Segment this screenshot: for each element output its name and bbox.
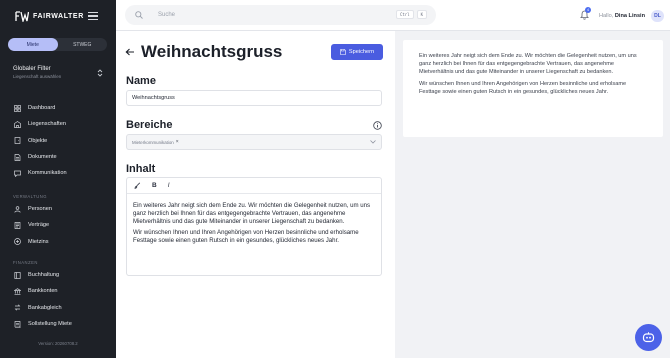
sidebar-item-bankkonten[interactable]: Bankkonten xyxy=(0,283,116,299)
search-icon xyxy=(135,11,143,19)
sidebar-item-label: Liegenschaften xyxy=(28,121,66,128)
ledger-icon xyxy=(14,271,21,279)
logo-mark-icon xyxy=(15,11,29,22)
keyboard-shortcut: Ctrl K xyxy=(395,10,427,19)
italic-button[interactable]: I xyxy=(168,182,170,189)
nav-finanzen: Buchhaltung Bankkonten Bankabgleich Soll… xyxy=(0,267,116,332)
user-name: Dina Linsin xyxy=(614,13,646,19)
grid-icon xyxy=(14,104,21,112)
info-icon[interactable] xyxy=(373,121,382,130)
notification-badge: 4 xyxy=(585,7,591,13)
tab-miete[interactable]: Miete xyxy=(8,38,58,51)
nav-verwaltung: Personen Verträge Mietzins xyxy=(0,201,116,250)
section-label-finanzen: FINANZEN xyxy=(13,260,38,265)
chat-icon xyxy=(14,170,21,177)
global-filter[interactable]: Globaler Filter Liegenschaft auswählen xyxy=(13,66,103,79)
close-icon[interactable]: × xyxy=(176,139,179,145)
content-paragraph-2: Wir wünschen Ihnen und Ihren Angehörigen… xyxy=(133,229,359,245)
mode-switch: Miete STWEG xyxy=(8,38,107,51)
shortcut-key-ctrl: Ctrl xyxy=(395,10,414,19)
bereiche-label: Bereiche xyxy=(126,119,173,131)
search-input[interactable]: Suche xyxy=(158,12,175,18)
avatar[interactable]: DL xyxy=(651,10,664,22)
page-title: Weihnachtsgruss xyxy=(141,42,283,61)
name-label: Name xyxy=(126,75,156,87)
sidebar-item-sollstellung-miete[interactable]: Sollstellung Miete xyxy=(0,316,116,332)
sidebar-item-label: Mietzins xyxy=(28,238,49,245)
shortcut-key-k: K xyxy=(416,10,427,19)
sidebar-item-buchhaltung[interactable]: Buchhaltung xyxy=(0,267,116,283)
invoice-icon xyxy=(14,320,21,328)
editor-panel: Weihnachtsgruss Speichern Name Weihnacht… xyxy=(116,31,395,358)
contract-icon xyxy=(14,222,21,229)
content-editor[interactable]: B I Ein weiteres Jahr neigt sich dem End… xyxy=(126,177,382,276)
user-greeting[interactable]: Hallo, Dina Linsin xyxy=(599,13,645,19)
editor-body[interactable]: Ein weiteres Jahr neigt sich dem Ende zu… xyxy=(127,194,381,245)
sidebar-item-label: Sollstellung Miete xyxy=(28,321,72,328)
sidebar-item-vertraege[interactable]: Verträge xyxy=(0,217,116,233)
sidebar-item-label: Bankabgleich xyxy=(28,304,62,311)
arrow-left-icon[interactable] xyxy=(125,48,135,56)
sidebar-item-liegenschaften[interactable]: Liegenschaften xyxy=(0,116,116,132)
bereiche-select[interactable]: Mieterkommunikation × xyxy=(126,134,382,150)
tab-stweg[interactable]: STWEG xyxy=(58,38,108,51)
inhalt-label: Inhalt xyxy=(126,163,156,175)
greeting-prefix: Hallo, xyxy=(599,13,614,19)
section-label-verwaltung: VERWALTUNG xyxy=(13,194,48,199)
reconcile-icon xyxy=(14,304,21,311)
help-button[interactable] xyxy=(635,324,662,351)
nav-main: Dashboard Liegenschaften Objekte Dokumen… xyxy=(0,100,116,181)
sidebar-item-dashboard[interactable]: Dashboard xyxy=(0,100,116,116)
sidebar-item-label: Buchhaltung xyxy=(28,272,60,279)
sidebar-item-objekte[interactable]: Objekte xyxy=(0,133,116,149)
sidebar-item-dokumente[interactable]: Dokumente xyxy=(0,149,116,165)
bank-icon xyxy=(14,288,21,295)
name-field[interactable]: Weihnachtsgruss xyxy=(126,90,382,106)
sidebar-item-label: Dokumente xyxy=(28,154,57,161)
menu-toggle-icon[interactable] xyxy=(88,12,98,21)
bereiche-chip-label: Mieterkommunikation xyxy=(132,139,174,145)
save-icon xyxy=(340,49,346,55)
chat-bot-icon xyxy=(642,332,655,343)
chevron-down-icon xyxy=(370,140,376,144)
door-icon xyxy=(14,137,21,145)
brand-logo[interactable]: FAIRWALTER xyxy=(15,11,84,22)
global-filter-title: Globaler Filter xyxy=(13,66,51,72)
rent-icon xyxy=(14,238,21,246)
sidebar-item-label: Dashboard xyxy=(28,105,56,112)
preview-paragraph-1: Ein weiteres Jahr neigt sich dem Ende zu… xyxy=(419,53,637,75)
chevron-updown-icon xyxy=(97,69,103,77)
content-paragraph-1: Ein weiteres Jahr neigt sich dem Ende zu… xyxy=(133,202,371,226)
preview-card: Ein weiteres Jahr neigt sich dem Ende zu… xyxy=(403,40,663,137)
sidebar-item-bankabgleich[interactable]: Bankabgleich xyxy=(0,300,116,316)
editor-toolbar: B I xyxy=(127,178,381,194)
save-button[interactable]: Speichern xyxy=(331,44,383,60)
sidebar-item-personen[interactable]: Personen xyxy=(0,201,116,217)
app-version: Version: 20260708.2 xyxy=(38,341,78,346)
building-icon xyxy=(14,121,21,128)
save-button-label: Speichern xyxy=(348,49,375,55)
global-filter-subtitle: Liegenschaft auswählen xyxy=(13,74,62,79)
brand-wordmark: FAIRWALTER xyxy=(33,13,84,20)
search-bar[interactable]: Suche Ctrl K xyxy=(125,5,436,25)
sidebar-item-label: Personen xyxy=(28,206,52,213)
paint-brush-icon xyxy=(134,182,141,189)
text-color-button[interactable] xyxy=(134,182,141,189)
sidebar: FAIRWALTER Miete STWEG Globaler Filter L… xyxy=(0,0,116,358)
sidebar-item-label: Bankkonten xyxy=(28,288,58,295)
sidebar-item-label: Objekte xyxy=(28,137,48,144)
document-icon xyxy=(14,153,21,161)
bold-button[interactable]: B xyxy=(152,182,157,189)
sidebar-item-label: Verträge xyxy=(28,222,50,229)
sidebar-item-mietzins[interactable]: Mietzins xyxy=(0,234,116,250)
bereiche-chip: Mieterkommunikation × xyxy=(132,139,179,145)
person-icon xyxy=(14,205,21,213)
sidebar-item-label: Kommunikation xyxy=(28,170,67,177)
preview-paragraph-2: Wir wünschen Ihnen und Ihren Angehörigen… xyxy=(419,81,627,95)
sidebar-item-kommunikation[interactable]: Kommunikation xyxy=(0,165,116,181)
